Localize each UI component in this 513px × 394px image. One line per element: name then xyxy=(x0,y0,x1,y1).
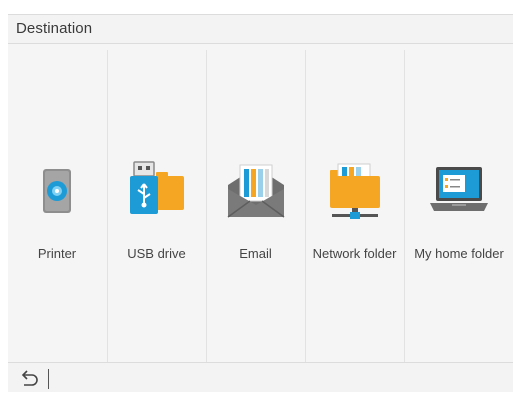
back-arrow-icon xyxy=(21,370,38,386)
footer-bar xyxy=(8,362,513,392)
back-button[interactable] xyxy=(18,369,40,389)
page-title: Destination xyxy=(16,20,93,37)
destination-label: My home folder xyxy=(414,246,504,261)
destination-label: Email xyxy=(239,246,272,261)
email-icon xyxy=(207,160,304,222)
destination-label: Printer xyxy=(37,246,77,261)
destination-email[interactable]: Email xyxy=(206,50,304,362)
destination-usb-drive[interactable]: USB drive xyxy=(107,50,205,362)
top-bar xyxy=(0,0,513,14)
destination-label: Network folder xyxy=(312,246,397,261)
destination-my-home-folder[interactable]: My home folder xyxy=(404,50,513,362)
destination-panel: Printer USB drive Email Network folder M… xyxy=(8,44,513,362)
footer-divider xyxy=(48,369,49,389)
printer-disk-icon xyxy=(8,160,106,222)
network-folder-icon xyxy=(306,160,403,222)
home-folder-icon xyxy=(405,160,513,222)
destination-printer[interactable]: Printer xyxy=(8,50,106,362)
header-bar: Destination xyxy=(8,14,513,44)
destination-label: USB drive xyxy=(127,246,186,261)
destination-network-folder[interactable]: Network folder xyxy=(305,50,403,362)
usb-drive-icon xyxy=(108,160,205,222)
